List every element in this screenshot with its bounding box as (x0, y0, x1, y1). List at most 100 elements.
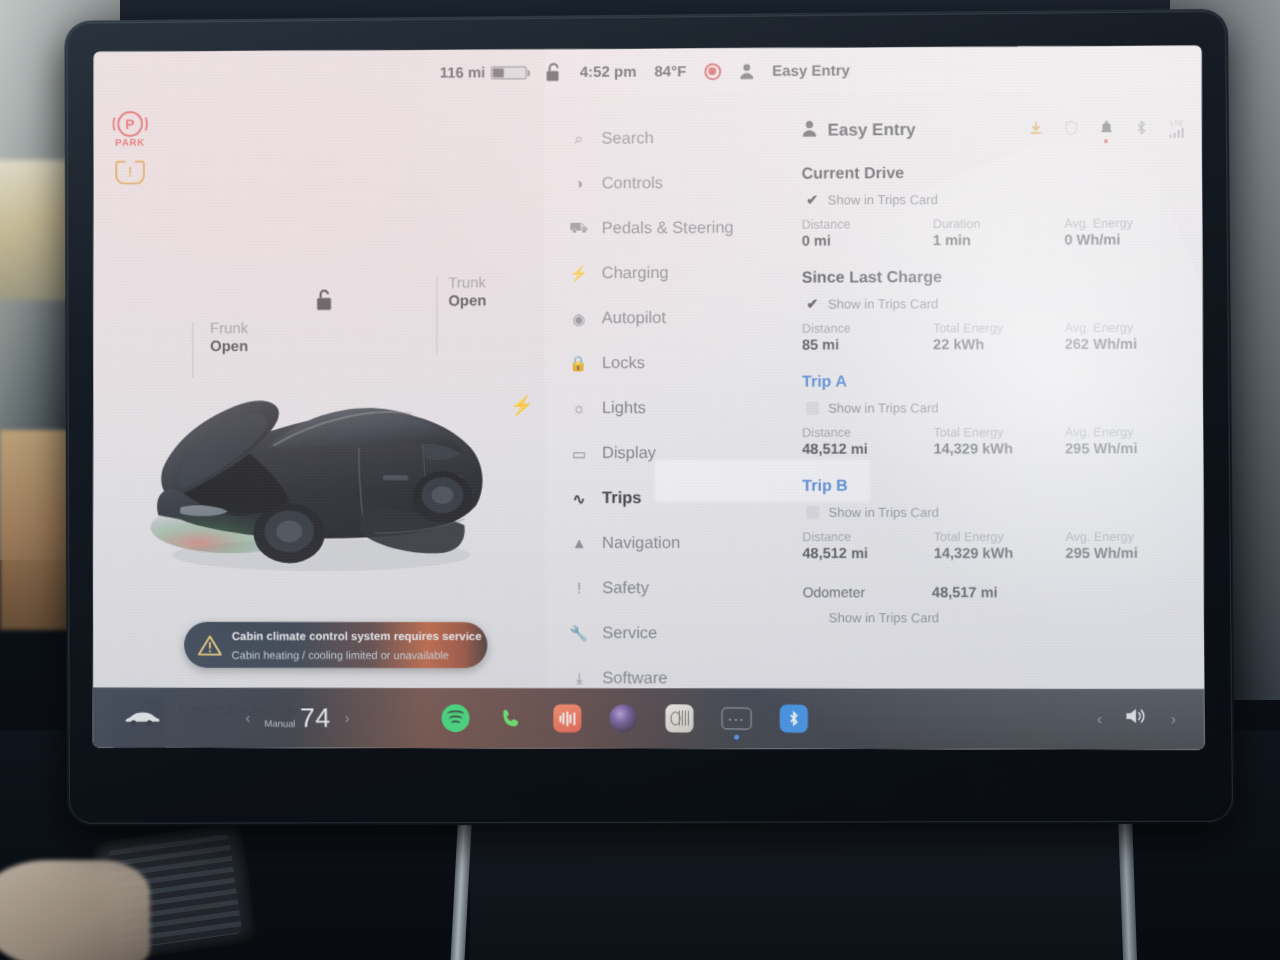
menu-item-safety[interactable]: ! Safety (545, 566, 780, 611)
range-value: 116 mi (440, 64, 486, 81)
status-bar-profile-name[interactable]: Easy Entry (772, 62, 850, 79)
menu-item-display[interactable]: ▭ Display (545, 431, 780, 476)
stat-label: Total Energy (933, 321, 1059, 335)
stat-label: Avg. Energy (1065, 425, 1185, 439)
clock: 4:52 pm (580, 63, 637, 80)
menu-item-navigation[interactable]: ▲ Navigation (545, 521, 780, 566)
menu-item-label: Charging (602, 264, 669, 283)
settings-menu[interactable]: ⌕ Search ◑ Controls ⛟ Pedals & Steering ⚡ Charg… (545, 94, 781, 749)
show-in-trips-card-checkbox[interactable]: Show in Trips Card (802, 400, 1185, 416)
software-download-icon[interactable] (1029, 120, 1042, 138)
bluetooth-icon[interactable] (779, 705, 807, 733)
phone-icon[interactable] (497, 704, 525, 732)
stat-value: 1 min (933, 233, 1058, 249)
checkbox-checked-icon (807, 611, 820, 624)
menu-item-pedals-steering[interactable]: ⛟ Pedals & Steering (545, 206, 780, 252)
show-in-trips-card-checkbox[interactable]: Show in Trips Card (802, 505, 1185, 520)
tesla-touchscreen[interactable]: 116 mi 4:52 pm 84°F Easy Entry P PARK ! … (93, 46, 1205, 750)
stat-value: 14,329 kWh (933, 441, 1059, 457)
section-title: Current Drive (802, 164, 1184, 184)
section-stats: Distance 0 mi Duration 1 min Avg. Energy 0 Wh… (802, 216, 1185, 249)
menu-item-charging[interactable]: ⚡ Charging (545, 251, 780, 297)
camera-icon[interactable] (609, 704, 637, 732)
menu-item-search[interactable]: ⌕ Search (545, 116, 780, 162)
bolt-icon: ⚡ (569, 265, 589, 283)
dock-app-icons[interactable]: ··· (441, 704, 807, 733)
navigation-arrow-icon: ▲ (569, 535, 589, 552)
chevron-right-icon[interactable]: › (345, 709, 350, 726)
warning-triangle-icon (198, 634, 222, 655)
bluetooth-icon[interactable] (1135, 120, 1147, 138)
park-letter: P (125, 117, 135, 131)
stat-cell: Total Energy 14,329 kWh (933, 425, 1059, 457)
stat-cell: Total Energy 22 kWh (933, 321, 1059, 353)
notification-bell-icon[interactable] (1099, 120, 1112, 138)
tuner-icon[interactable] (665, 704, 693, 732)
more-apps-icon[interactable]: ··· (721, 707, 751, 729)
vehicle-render[interactable] (123, 319, 520, 579)
trip-section-trip-a: Trip A Show in Trips Card Distance 48,512 m… (802, 373, 1185, 458)
car-icon: ⛟ (569, 219, 589, 238)
menu-item-controls[interactable]: ◑ Controls (545, 161, 780, 207)
volume-control-group[interactable]: ‹ › (1097, 706, 1176, 732)
stat-value: 85 mi (802, 337, 927, 353)
audio-waveform-icon[interactable] (553, 704, 581, 732)
sentry-shield-icon[interactable] (1064, 120, 1077, 138)
checkbox-label: Show in Trips Card (828, 400, 938, 415)
menu-item-label: Safety (602, 579, 649, 598)
spotify-icon[interactable] (441, 704, 469, 732)
stat-cell: Avg. Energy 262 Wh/mi (1065, 321, 1185, 353)
service-alert-banner[interactable]: Cabin climate control system requires se… (184, 622, 487, 668)
stat-cell: Avg. Energy 0 Wh/mi (1064, 216, 1184, 249)
dashcam-record-icon[interactable] (704, 63, 721, 80)
unlocked-padlock-icon[interactable] (313, 287, 335, 311)
warning-indicators: P PARK ! (115, 111, 145, 185)
status-bar: 116 mi 4:52 pm 84°F Easy Entry (94, 46, 1202, 98)
stat-value: 295 Wh/mi (1065, 546, 1185, 562)
section-title[interactable]: Trip B (802, 477, 1185, 495)
wrench-icon: 🔧 (569, 625, 589, 643)
show-in-trips-card-checkbox[interactable]: ✔ Show in Trips Card (802, 191, 1184, 208)
trunk-callout: Trunk Open (448, 275, 486, 310)
menu-item-trips[interactable]: ∿ Trips (545, 476, 780, 521)
trips-icon: ∿ (569, 490, 589, 508)
bottom-dock[interactable]: ‹ Manual 74 › ··· ‹ › (93, 688, 1205, 750)
unlocked-padlock-icon[interactable] (545, 62, 562, 82)
menu-item-autopilot[interactable]: ◉ Autopilot (545, 296, 780, 342)
menu-item-label: Software (602, 669, 667, 688)
profile-icon[interactable] (739, 63, 754, 80)
stat-label: Distance (802, 217, 927, 231)
menu-item-lights[interactable]: ☼ Lights (545, 386, 780, 431)
trip-section-since-last-charge: Since Last Charge ✔ Show in Trips Card Dist… (802, 268, 1185, 353)
checkbox-unchecked-icon (806, 506, 819, 519)
show-in-trips-card-checkbox[interactable]: ✔ Show in Trips Card (802, 295, 1185, 311)
photograph-of-tesla-touchscreen: 116 mi 4:52 pm 84°F Easy Entry P PARK ! … (0, 0, 1280, 960)
cabin-temperature[interactable]: Manual 74 (264, 704, 330, 731)
header-status-icons: LTE (1029, 120, 1184, 139)
menu-item-locks[interactable]: 🔒 Locks (545, 341, 780, 387)
lte-signal-icon: LTE (1169, 120, 1184, 137)
download-icon: ⤓ (569, 670, 589, 687)
stat-cell: Distance 48,512 mi (802, 530, 927, 562)
climate-control-group[interactable]: ‹ Manual 74 › (246, 704, 350, 731)
odometer-show-in-trips-card-checkbox[interactable]: Show in Trips Card (803, 610, 1186, 625)
checkbox-label: Show in Trips Card (828, 296, 938, 311)
volume-increase-icon[interactable]: › (1171, 711, 1176, 728)
stat-label: Duration (933, 217, 1058, 232)
checkbox-checked-icon: ✔ (806, 298, 819, 311)
menu-item-service[interactable]: 🔧 Service (545, 611, 780, 656)
volume-icon[interactable] (1124, 706, 1148, 732)
volume-decrease-icon[interactable]: ‹ (1097, 711, 1102, 728)
section-title[interactable]: Trip A (802, 373, 1185, 392)
stat-value: 48,512 mi (802, 546, 927, 562)
battery-icon (491, 66, 527, 79)
menu-item-label: Navigation (602, 534, 680, 553)
park-circle-icon: P (117, 111, 143, 137)
menu-item-label: Locks (602, 354, 645, 373)
range-indicator[interactable]: 116 mi (440, 64, 527, 81)
chevron-left-icon[interactable]: ‹ (246, 709, 251, 726)
section-stats: Distance 85 mi Total Energy 22 kWh Avg. Ener… (802, 321, 1185, 354)
driver-profile[interactable]: Easy Entry (801, 119, 915, 143)
car-icon[interactable] (121, 709, 163, 727)
trip-section-trip-b: Trip B Show in Trips Card Distance 48,512 m… (802, 477, 1185, 562)
